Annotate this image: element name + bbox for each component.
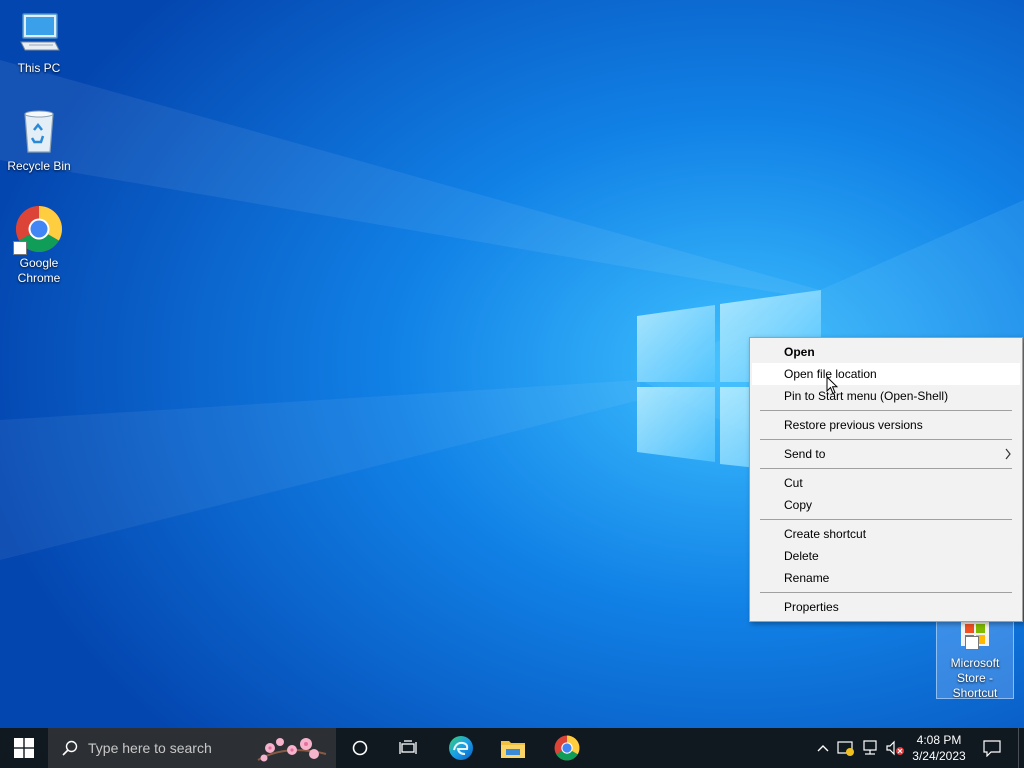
recycle-bin-icon [15, 108, 63, 156]
task-view-button[interactable] [386, 728, 430, 768]
taskbar-chrome-button[interactable] [544, 728, 590, 768]
menu-item-label: Create shortcut [784, 527, 867, 541]
menu-item-cut[interactable]: Cut [752, 472, 1020, 494]
file-explorer-icon [501, 741, 525, 758]
menu-item-label: Send to [784, 447, 826, 461]
context-menu: Open Open file location Pin to Start men… [749, 337, 1023, 622]
chrome-icon [554, 735, 580, 761]
notification-icon [983, 740, 1001, 757]
menu-item-label: Properties [784, 600, 839, 614]
menu-item-label: Copy [784, 498, 813, 512]
menu-item-rename[interactable]: Rename [752, 567, 1020, 589]
taskbar-edge-button[interactable] [438, 728, 484, 768]
menu-item-label: Cut [784, 476, 803, 490]
menu-separator [760, 410, 1012, 411]
cortana-button[interactable] [338, 728, 382, 768]
chevron-right-icon [1004, 443, 1012, 471]
mouse-cursor-icon [826, 375, 839, 400]
menu-separator [760, 592, 1012, 593]
taskbar: Type here to search 4:08 PM 3/24/2023 [0, 728, 1024, 768]
show-desktop-button[interactable] [1018, 728, 1024, 768]
menu-separator [760, 519, 1012, 520]
action-center-button[interactable] [978, 728, 1006, 768]
menu-separator [760, 468, 1012, 469]
chrome-icon [13, 205, 63, 255]
menu-item-pin-to-start[interactable]: Pin to Start menu (Open-Shell) [752, 385, 1020, 407]
shortcut-arrow-icon [13, 241, 27, 255]
clock-date: 3/24/2023 [912, 749, 966, 763]
taskbar-clock[interactable]: 4:08 PM 3/24/2023 [906, 728, 972, 768]
shortcut-arrow-icon [965, 636, 979, 650]
security-alert-icon [837, 741, 854, 756]
windows-logo-icon [14, 738, 34, 758]
desktop-icon-google-chrome[interactable]: Google Chrome [1, 205, 77, 286]
desktop-icon-recycle-bin[interactable]: Recycle Bin [1, 108, 77, 174]
clock-time: 4:08 PM [916, 733, 962, 747]
menu-item-label: Open [784, 345, 815, 359]
tray-volume-button[interactable] [884, 728, 906, 768]
tray-network-button[interactable] [860, 728, 882, 768]
edge-icon [449, 736, 473, 760]
menu-item-create-shortcut[interactable]: Create shortcut [752, 523, 1020, 545]
cherry-blossom-icon [256, 730, 328, 766]
start-button[interactable] [0, 728, 48, 768]
menu-item-delete[interactable]: Delete [752, 545, 1020, 567]
microsoft-store-icon [951, 620, 999, 650]
menu-item-restore-previous-versions[interactable]: Restore previous versions [752, 414, 1020, 436]
chevron-up-icon [817, 745, 829, 752]
network-icon [863, 740, 877, 755]
tray-network-status-button[interactable] [836, 728, 856, 768]
menu-item-open-file-location[interactable]: Open file location [752, 363, 1020, 385]
desktop-icon-label: This PC [17, 61, 61, 75]
menu-item-open[interactable]: Open [752, 341, 1020, 363]
menu-item-properties[interactable]: Properties [752, 596, 1020, 618]
menu-item-label: Rename [784, 571, 830, 585]
menu-item-label: Delete [784, 549, 819, 563]
menu-separator [760, 439, 1012, 440]
show-hidden-icons-button[interactable] [812, 728, 834, 768]
menu-item-send-to[interactable]: Send to [752, 443, 1020, 465]
desktop-icon-label: Google Chrome [17, 256, 61, 285]
menu-item-label: Pin to Start menu (Open-Shell) [784, 389, 949, 403]
desktop-icon-microsoft-store[interactable]: Microsoft Store - Shortcut [936, 619, 1014, 700]
desktop-icon-label: Microsoft Store - Shortcut [950, 656, 1000, 700]
desktop-icon-label: Recycle Bin [7, 159, 71, 173]
taskbar-search-box[interactable]: Type here to search [48, 728, 336, 768]
task-view-icon [399, 740, 417, 754]
search-icon [62, 740, 78, 756]
menu-item-copy[interactable]: Copy [752, 494, 1020, 516]
menu-item-label: Restore previous versions [784, 418, 923, 432]
search-placeholder: Type here to search [88, 740, 212, 756]
this-pc-icon [15, 10, 63, 58]
desktop-icon-this-pc[interactable]: This PC [1, 10, 77, 76]
volume-muted-icon [886, 740, 904, 756]
taskbar-file-explorer-button[interactable] [490, 728, 536, 768]
cortana-icon [352, 740, 368, 756]
